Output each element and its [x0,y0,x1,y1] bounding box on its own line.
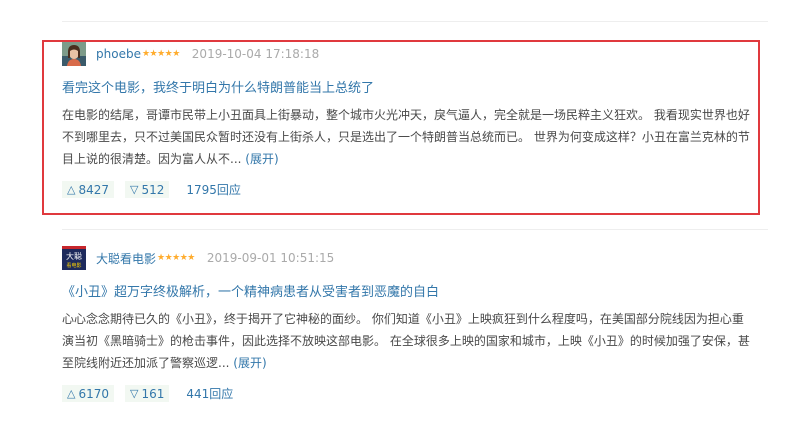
divider [62,21,768,22]
svg-text:大聪: 大聪 [66,251,82,261]
review-header: 大聪 看电影 大聪看电影 ★★★★★ 2019-09-01 10:51:15 [62,246,752,270]
avatar[interactable] [62,42,86,66]
review-item: phoebe ★★★★★ 2019-10-04 17:18:18 看完这个电影，… [62,42,752,198]
up-triangle-icon: △ [67,183,76,196]
down-triangle-icon: ▽ [130,387,139,400]
review-actions: △ 8427 ▽ 512 1795回应 [62,181,752,198]
review-actions: △ 6170 ▽ 161 441回应 [62,385,752,402]
review-item: 大聪 看电影 大聪看电影 ★★★★★ 2019-09-01 10:51:15 《… [62,246,752,402]
up-triangle-icon: △ [67,387,76,400]
expand-link[interactable]: (展开) [233,356,266,370]
divider [62,229,768,230]
down-triangle-icon: ▽ [130,183,139,196]
review-title[interactable]: 看完这个电影，我终于明白为什么特朗普能当上总统了 [62,77,752,96]
reply-link[interactable]: 1795回应 [186,181,241,198]
expand-link[interactable]: (展开) [245,152,278,166]
upvote-count: 6170 [78,386,110,401]
downvote-button[interactable]: ▽ 161 [125,385,170,402]
avatar[interactable]: 大聪 看电影 [62,246,86,270]
rating-stars: ★★★★★ [141,49,180,59]
reply-link[interactable]: 441回应 [186,385,233,402]
upvote-count: 8427 [78,182,110,197]
review-body: 心心念念期待已久的《小丑》，终于揭开了它神秘的面纱。 你们知道《小丑》上映疯狂到… [62,308,752,374]
upvote-button[interactable]: △ 6170 [62,385,115,402]
review-header: phoebe ★★★★★ 2019-10-04 17:18:18 [62,42,752,66]
review-excerpt: 在电影的结尾，哥谭市民带上小丑面具上街暴动，整个城市火光冲天，戾气逼人，完全就是… [62,108,750,166]
timestamp: 2019-10-04 17:18:18 [191,47,320,61]
timestamp: 2019-09-01 10:51:15 [206,251,335,265]
downvote-count: 161 [141,386,165,401]
downvote-button[interactable]: ▽ 512 [125,181,170,198]
rating-stars: ★★★★★ [157,253,195,263]
username[interactable]: phoebe [96,47,141,61]
review-body: 在电影的结尾，哥谭市民带上小丑面具上街暴动，整个城市火光冲天，戾气逼人，完全就是… [62,104,752,170]
downvote-count: 512 [141,182,165,197]
review-excerpt: 心心念念期待已久的《小丑》，终于揭开了它神秘的面纱。 你们知道《小丑》上映疯狂到… [62,312,750,370]
review-title[interactable]: 《小丑》超万字终极解析，一个精神病患者从受害者到恶魔的自白 [62,281,752,300]
svg-text:看电影: 看电影 [66,262,81,269]
upvote-button[interactable]: △ 8427 [62,181,115,198]
username[interactable]: 大聪看电影 [96,250,156,267]
